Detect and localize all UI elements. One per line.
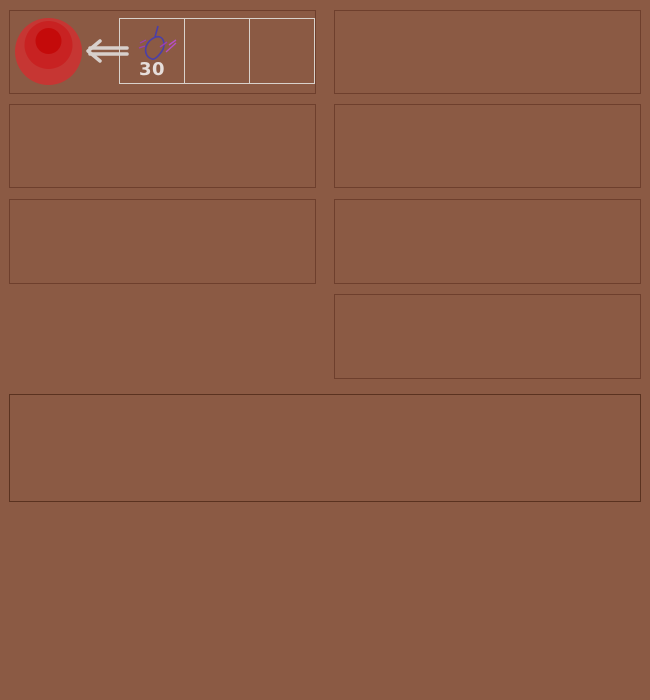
inventory-slot[interactable] (250, 19, 314, 83)
panel-right-4 (334, 294, 641, 379)
red-orb-icon[interactable] (15, 18, 82, 85)
leaf-spell-icon (138, 25, 177, 60)
panel-bottom-wide (9, 394, 641, 502)
slot-count: 30 (138, 59, 166, 80)
panel-right-1 (334, 10, 641, 94)
inventory-slot[interactable]: 30 (120, 19, 185, 83)
panel-right-2 (334, 104, 641, 188)
panel-left-2 (9, 104, 316, 188)
inventory-bar: 30 (119, 18, 315, 84)
panel-left-3 (9, 199, 316, 284)
panel-right-3 (334, 199, 641, 284)
inventory-slot[interactable] (185, 19, 250, 83)
